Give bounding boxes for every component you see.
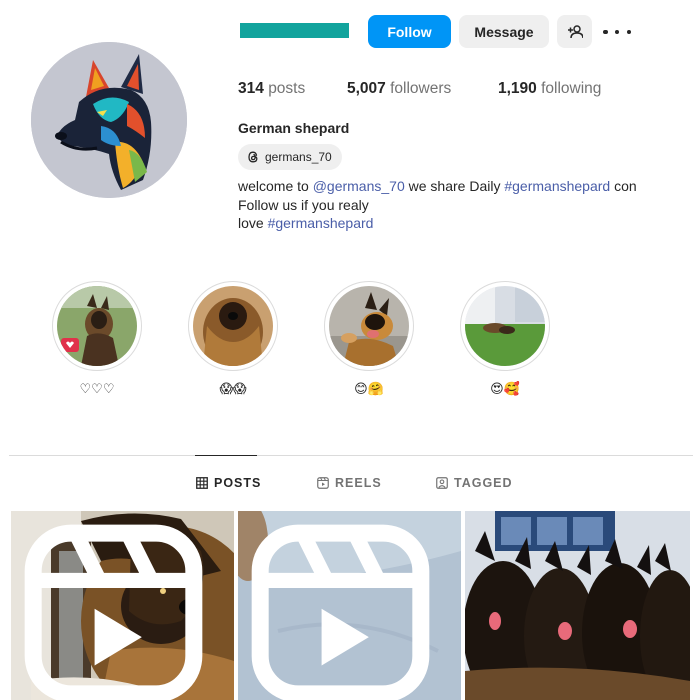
following-label: following xyxy=(541,80,602,97)
highlight-cover-2 xyxy=(193,286,273,366)
threads-icon xyxy=(248,151,258,163)
highlight-label-2: 😱😱 xyxy=(219,381,247,396)
tab-posts-label: POSTS xyxy=(214,476,262,490)
story-highlight-2[interactable]: 😱😱 xyxy=(188,281,278,396)
reels-icon xyxy=(317,477,329,489)
highlight-label-1: ♡♡♡ xyxy=(79,381,115,396)
bio-hashtag-link[interactable]: #germanshepard xyxy=(504,178,610,194)
highlight-cover-1 xyxy=(57,286,137,366)
profile-full-name: German shepard xyxy=(238,120,350,136)
tab-tagged-label: TAGGED xyxy=(454,476,513,490)
reel-badge-icon xyxy=(24,524,203,700)
add-user-button[interactable] xyxy=(557,15,592,48)
posts-count: 314 xyxy=(238,80,264,97)
bio-line-2: Follow us if you realy xyxy=(238,196,369,213)
threads-link-chip[interactable]: germans_70 xyxy=(238,144,342,170)
post-tile-2[interactable] xyxy=(238,511,461,700)
highlight-cover-3 xyxy=(329,286,409,366)
highlight-cover-4 xyxy=(465,286,545,366)
profile-bio: welcome to @germans_70 we share Daily #g… xyxy=(238,177,638,233)
post-tile-1[interactable] xyxy=(11,511,234,700)
story-highlight-3[interactable]: 😊🤗 xyxy=(324,281,414,396)
posts-label: posts xyxy=(268,80,306,97)
followers-count: 5,007 xyxy=(347,80,386,97)
tab-posts[interactable]: POSTS xyxy=(196,476,261,490)
reel-badge-icon xyxy=(251,524,430,700)
message-button[interactable]: Message xyxy=(459,15,549,48)
post-thumbnail-3 xyxy=(465,511,690,700)
following-count-stat[interactable]: 1,190 following xyxy=(498,80,601,98)
tabs-divider xyxy=(9,455,693,456)
following-count: 1,190 xyxy=(498,80,537,97)
tab-reels[interactable]: REELS xyxy=(317,476,382,490)
active-tab-indicator xyxy=(195,455,257,456)
post-tile-3[interactable] xyxy=(465,511,690,700)
threads-handle: germans_70 xyxy=(265,150,332,164)
followers-count-stat[interactable]: 5,007 followers xyxy=(347,80,451,98)
bio-line-3: love #germanshepard xyxy=(238,215,374,231)
username-redacted-bar xyxy=(240,23,349,38)
highlight-label-3: 😊🤗 xyxy=(354,381,384,396)
follow-button[interactable]: Follow xyxy=(368,15,451,48)
highlight-label-4: 😍🥰 xyxy=(490,381,520,396)
tab-tagged[interactable]: TAGGED xyxy=(436,476,513,490)
bio-line-1: welcome to @germans_70 we share Daily #g… xyxy=(238,178,637,194)
posts-count-stat: 314 posts xyxy=(238,80,305,98)
more-options-icon[interactable] xyxy=(603,22,631,42)
followers-label: followers xyxy=(390,80,452,97)
bio-mention-link[interactable]: @germans_70 xyxy=(313,178,405,194)
story-highlight-4[interactable]: 😍🥰 xyxy=(460,281,550,396)
grid-icon xyxy=(196,477,208,489)
bio-hashtag-link-2[interactable]: #germanshepard xyxy=(268,215,374,231)
tagged-icon xyxy=(436,477,448,489)
tab-reels-label: REELS xyxy=(335,476,382,490)
person-add-icon xyxy=(567,24,583,38)
german-shepherd-logo xyxy=(31,42,187,198)
profile-avatar[interactable] xyxy=(31,42,187,198)
story-highlight-1[interactable]: ♡♡♡ xyxy=(52,281,142,396)
